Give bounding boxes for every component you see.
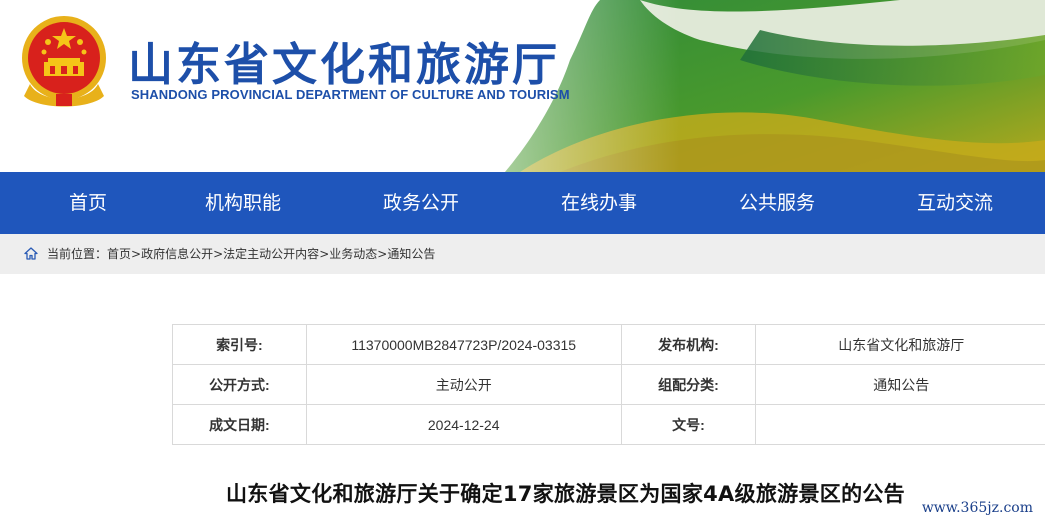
publisher-label: 发布机构: <box>620 324 757 365</box>
nav-item-interaction[interactable]: 互动交流 <box>905 172 1005 234</box>
breadcrumb-separator: > <box>213 247 224 261</box>
disclosure-value: 主动公开 <box>305 364 622 405</box>
category-label: 组配分类: <box>620 364 757 405</box>
national-emblem-icon <box>22 16 106 107</box>
breadcrumb-item-statutory[interactable]: 法定主动公开内容 <box>223 247 319 261</box>
nav-item-online-services[interactable]: 在线办事 <box>549 172 649 234</box>
main-nav: 首页 机构职能 政务公开 在线办事 公共服务 互动交流 <box>0 172 1045 234</box>
date-label: 成文日期: <box>172 404 307 445</box>
breadcrumb-separator: > <box>319 247 330 261</box>
table-row: 成文日期: 2024-12-24 文号: <box>172 404 1045 445</box>
breadcrumb-item-notices[interactable]: 通知公告 <box>387 247 435 261</box>
breadcrumb-item-business[interactable]: 业务动态 <box>329 247 377 261</box>
publisher-value: 山东省文化和旅游厅 <box>755 324 1045 365</box>
breadcrumb: 当前位置：首页>政府信息公开>法定主动公开内容>业务动态>通知公告 <box>47 245 435 262</box>
home-icon <box>24 247 38 260</box>
breadcrumb-prefix: 当前位置： <box>47 247 108 261</box>
nav-item-home[interactable]: 首页 <box>38 172 138 234</box>
category-value: 通知公告 <box>755 364 1045 405</box>
nav-item-functions[interactable]: 机构职能 <box>193 172 293 234</box>
docno-label: 文号: <box>620 404 757 445</box>
breadcrumb-item-home[interactable]: 首页 <box>107 247 131 261</box>
breadcrumb-separator: > <box>377 247 388 261</box>
breadcrumb-separator: > <box>131 247 142 261</box>
watermark: www.365jz.com <box>917 500 1037 516</box>
docno-value <box>755 404 1045 445</box>
article-title: 山东省文化和旅游厅关于确定17家旅游景区为国家4A级旅游景区的公告 <box>226 482 905 506</box>
disclosure-label: 公开方式: <box>172 364 307 405</box>
document-info-table: 索引号: 11370000MB2847723P/2024-03315 发布机构:… <box>172 324 1045 445</box>
breadcrumb-item-gov-info[interactable]: 政府信息公开 <box>141 247 213 261</box>
table-row: 索引号: 11370000MB2847723P/2024-03315 发布机构:… <box>172 324 1045 365</box>
date-value: 2024-12-24 <box>305 404 622 445</box>
site-title: 山东省文化和旅游厅 <box>128 38 561 91</box>
site-header: 山东省文化和旅游厅 SHANDONG PROVINCIAL DEPARTMENT… <box>0 0 1045 172</box>
table-row: 公开方式: 主动公开 组配分类: 通知公告 <box>172 364 1045 405</box>
nav-item-public-services[interactable]: 公共服务 <box>727 172 827 234</box>
site-subtitle: SHANDONG PROVINCIAL DEPARTMENT OF CULTUR… <box>131 87 570 102</box>
nav-item-gov-affairs[interactable]: 政务公开 <box>371 172 471 234</box>
index-label: 索引号: <box>172 324 307 365</box>
index-value: 11370000MB2847723P/2024-03315 <box>305 324 622 365</box>
